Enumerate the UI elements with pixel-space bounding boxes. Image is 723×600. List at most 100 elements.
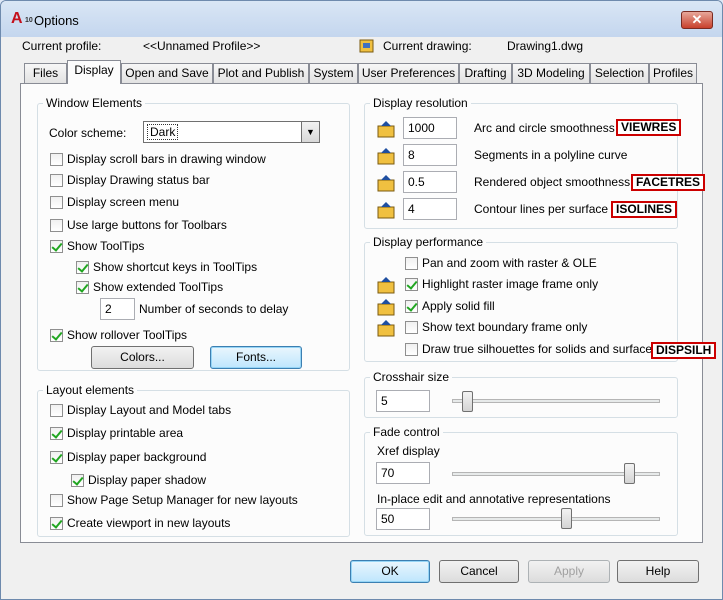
current-drawing-label: Current drawing:: [383, 39, 472, 53]
pan-zoom-raster-checkbox[interactable]: [405, 257, 418, 270]
layout-model-tabs-label: Display Layout and Model tabs: [67, 403, 232, 417]
contour-lines-input[interactable]: 4: [403, 198, 457, 220]
tab-plot-and-publish[interactable]: Plot and Publish: [213, 63, 309, 83]
inplace-fade-slider-thumb[interactable]: [561, 508, 572, 529]
inplace-edit-label: In-place edit and annotative representat…: [377, 492, 611, 506]
polyline-segments-label: Segments in a polyline curve: [474, 148, 628, 162]
rollover-tooltips-checkbox[interactable]: [50, 329, 63, 342]
display-performance-title: Display performance: [370, 235, 487, 249]
drawing-saved-icon: [377, 319, 395, 337]
tab-user-preferences[interactable]: User Preferences: [358, 63, 459, 83]
tab-profiles[interactable]: Profiles: [649, 63, 697, 83]
shortcut-keys-checkbox[interactable]: [76, 261, 89, 274]
layout-elements-title: Layout elements: [43, 383, 138, 397]
text-boundary-checkbox[interactable]: [405, 321, 418, 334]
show-tooltips-label: Show ToolTips: [67, 239, 145, 253]
fonts-button[interactable]: Fonts...: [210, 346, 302, 369]
true-silhouettes-checkbox[interactable]: [405, 343, 418, 356]
xref-fade-slider-thumb[interactable]: [624, 463, 635, 484]
paper-shadow-label: Display paper shadow: [88, 473, 207, 487]
crosshair-size-input[interactable]: 5: [376, 390, 430, 412]
drawing-status-bar-checkbox[interactable]: [50, 174, 63, 187]
create-viewport-label: Create viewport in new layouts: [67, 516, 231, 530]
shortcut-keys-label: Show shortcut keys in ToolTips: [93, 260, 258, 274]
help-button[interactable]: Help: [617, 560, 699, 583]
screen-menu-label: Display screen menu: [67, 195, 180, 209]
tab-selection[interactable]: Selection: [590, 63, 649, 83]
large-buttons-label: Use large buttons for Toolbars: [67, 218, 227, 232]
fade-control-title: Fade control: [370, 425, 443, 439]
window-elements-title: Window Elements: [43, 96, 146, 110]
scroll-bars-checkbox[interactable]: [50, 153, 63, 166]
large-buttons-checkbox[interactable]: [50, 219, 63, 232]
tab-files[interactable]: Files: [24, 63, 67, 83]
tab-3d-modeling[interactable]: 3D Modeling: [512, 63, 590, 83]
crosshair-slider-track[interactable]: [452, 399, 660, 403]
colors-button[interactable]: Colors...: [91, 346, 194, 369]
ok-button[interactable]: OK: [350, 560, 430, 583]
tab-open-and-save[interactable]: Open and Save: [121, 63, 213, 83]
extended-tooltips-label: Show extended ToolTips: [93, 280, 224, 294]
rendered-smoothness-input[interactable]: 0.5: [403, 171, 457, 193]
color-scheme-value: Dark: [147, 124, 179, 140]
contour-lines-label: Contour lines per surface: [474, 202, 609, 216]
extended-tooltips-checkbox[interactable]: [76, 281, 89, 294]
color-scheme-select[interactable]: Dark ▼: [143, 121, 320, 143]
dispsilh-sysvar: DISPSILH: [651, 342, 717, 359]
page-setup-manager-label: Show Page Setup Manager for new layouts: [67, 493, 298, 507]
highlight-raster-label: Highlight raster image frame only: [422, 277, 599, 291]
apply-button[interactable]: Apply: [528, 560, 610, 583]
viewres-sysvar: VIEWRES: [616, 119, 682, 136]
inplace-fade-input[interactable]: 50: [376, 508, 430, 530]
layout-model-tabs-checkbox[interactable]: [50, 404, 63, 417]
tooltip-delay-input[interactable]: 2: [100, 298, 135, 320]
title-bar[interactable]: A 10 Options ✕: [1, 1, 722, 37]
xref-display-label: Xref display: [377, 444, 440, 458]
paper-background-label: Display paper background: [67, 450, 207, 464]
pan-zoom-raster-label: Pan and zoom with raster & OLE: [422, 256, 597, 270]
tab-system[interactable]: System: [309, 63, 358, 83]
arc-smoothness-label: Arc and circle smoothness: [474, 121, 615, 135]
current-drawing-value: Drawing1.dwg: [507, 39, 584, 53]
scroll-bars-label: Display scroll bars in drawing window: [67, 152, 266, 166]
close-button[interactable]: ✕: [681, 11, 713, 29]
create-viewport-checkbox[interactable]: [50, 517, 63, 530]
paper-shadow-checkbox[interactable]: [71, 474, 84, 487]
current-profile-label: Current profile:: [22, 39, 102, 53]
facetres-sysvar: FACETRES: [631, 174, 706, 191]
highlight-raster-checkbox[interactable]: [405, 278, 418, 291]
apply-solid-fill-checkbox[interactable]: [405, 300, 418, 313]
tab-drafting[interactable]: Drafting: [459, 63, 512, 83]
rollover-tooltips-label: Show rollover ToolTips: [67, 328, 188, 342]
show-tooltips-checkbox[interactable]: [50, 240, 63, 253]
text-boundary-label: Show text boundary frame only: [422, 320, 588, 334]
polyline-segments-input[interactable]: 8: [403, 144, 457, 166]
paper-background-checkbox[interactable]: [50, 451, 63, 464]
tooltip-delay-label: Number of seconds to delay: [139, 302, 289, 316]
drawing-saved-icon: [377, 120, 395, 138]
current-profile-value: <<Unnamed Profile>>: [143, 39, 261, 53]
tab-display[interactable]: Display: [67, 60, 121, 84]
page-setup-manager-checkbox[interactable]: [50, 494, 63, 507]
autocad-logo-icon: A 10: [11, 10, 33, 27]
xref-fade-input[interactable]: 70: [376, 462, 430, 484]
screen-menu-checkbox[interactable]: [50, 196, 63, 209]
drawing-saved-icon: [377, 276, 395, 294]
drawing-saved-icon: [377, 147, 395, 165]
window-title: Options: [34, 13, 79, 28]
cancel-button[interactable]: Cancel: [439, 560, 519, 583]
drawing-saved-icon: [377, 298, 395, 316]
chevron-down-icon[interactable]: ▼: [301, 122, 319, 142]
inplace-fade-slider-track[interactable]: [452, 517, 660, 521]
display-resolution-title: Display resolution: [370, 96, 471, 110]
printable-area-label: Display printable area: [67, 426, 184, 440]
arc-smoothness-input[interactable]: 1000: [403, 117, 457, 139]
printable-area-checkbox[interactable]: [50, 427, 63, 440]
true-silhouettes-label: Draw true silhouettes for solids and sur…: [422, 342, 659, 356]
crosshair-size-title: Crosshair size: [370, 370, 453, 384]
crosshair-slider-thumb[interactable]: [462, 391, 473, 412]
apply-solid-fill-label: Apply solid fill: [422, 299, 495, 313]
drawing-saved-icon: [377, 174, 395, 192]
drawing-icon: [358, 37, 376, 55]
isolines-sysvar: ISOLINES: [611, 201, 678, 218]
